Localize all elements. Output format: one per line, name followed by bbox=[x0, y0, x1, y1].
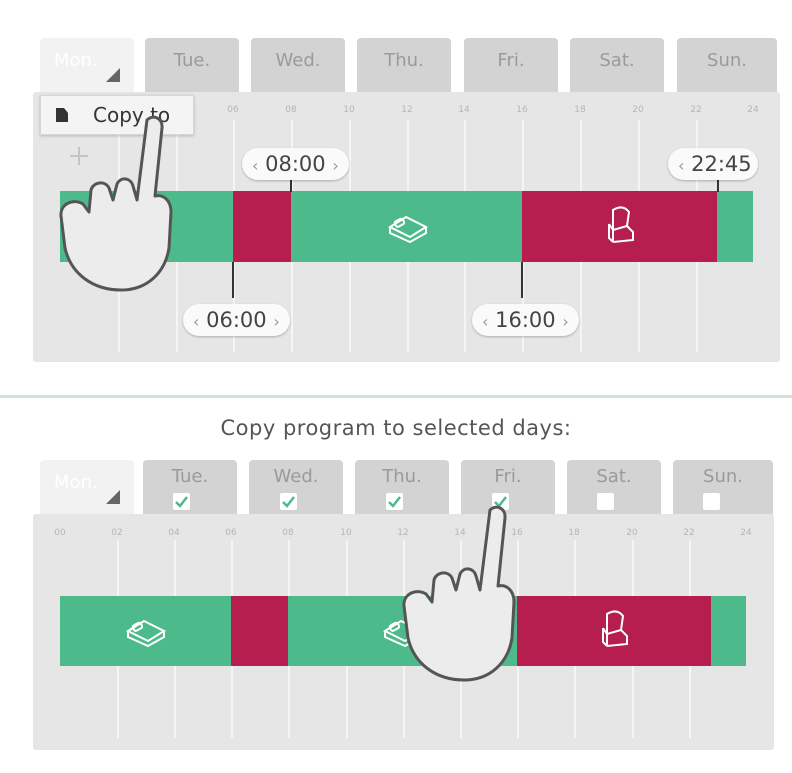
chevron-right-icon[interactable]: › bbox=[562, 312, 568, 331]
tab-label: Tue. bbox=[171, 466, 209, 487]
armchair-icon bbox=[608, 206, 634, 243]
tab-label: Sat. bbox=[596, 466, 632, 487]
hour-tick: 12 bbox=[401, 105, 413, 115]
armchair-icon bbox=[602, 610, 628, 647]
tab-label: Thu. bbox=[384, 50, 424, 71]
time-handle-2245[interactable]: ‹ 22:45 bbox=[668, 148, 758, 180]
tab-label: Wed. bbox=[273, 466, 319, 487]
hour-tick: 18 bbox=[574, 105, 586, 115]
tab-sun[interactable]: Sun. bbox=[673, 460, 773, 516]
tab-label: Sat. bbox=[599, 50, 635, 71]
checkmark-icon bbox=[175, 496, 188, 508]
bed-icon bbox=[387, 215, 429, 243]
time-handle-0800[interactable]: ‹ 08:00 › bbox=[242, 148, 349, 180]
copy-heading: Copy program to selected days: bbox=[220, 416, 572, 440]
schedule-segment-comfort[interactable] bbox=[717, 191, 753, 262]
hour-tick: 10 bbox=[340, 528, 352, 538]
tab-sun[interactable]: Sun. bbox=[677, 38, 777, 94]
time-marker bbox=[232, 262, 234, 298]
hour-tick: 22 bbox=[690, 105, 702, 115]
tab-label: Wed. bbox=[275, 50, 321, 71]
section-divider bbox=[0, 395, 792, 398]
caret-icon[interactable] bbox=[106, 68, 120, 82]
day-checkbox-tue[interactable] bbox=[173, 493, 190, 510]
tab-tue[interactable]: Tue. bbox=[145, 38, 239, 94]
time-label: 16:00 bbox=[495, 308, 556, 332]
day-checkbox-sat[interactable] bbox=[597, 493, 614, 510]
tab-wed[interactable]: Wed. bbox=[251, 38, 345, 94]
day-checkbox-sun[interactable] bbox=[703, 493, 720, 510]
tab-mon[interactable]: Mon. bbox=[40, 460, 134, 516]
tab-fri[interactable]: Fri. bbox=[464, 38, 558, 94]
chevron-left-icon[interactable]: ‹ bbox=[678, 156, 684, 175]
chevron-left-icon[interactable]: ‹ bbox=[482, 312, 488, 331]
schedule-segment-economy[interactable] bbox=[233, 191, 291, 262]
hand-pointer-icon bbox=[59, 115, 173, 292]
hour-tick: 10 bbox=[343, 105, 355, 115]
tab-label: Sun. bbox=[703, 466, 743, 487]
time-label: 08:00 bbox=[265, 152, 326, 176]
schedule-segment-economy bbox=[231, 596, 288, 666]
tab-label: Fri. bbox=[494, 466, 522, 487]
chevron-right-icon[interactable]: › bbox=[332, 156, 338, 175]
hour-tick: 16 bbox=[516, 105, 528, 115]
hour-tick: 20 bbox=[632, 105, 644, 115]
time-marker bbox=[521, 262, 523, 298]
hour-tick: 14 bbox=[458, 105, 470, 115]
day-checkbox-wed[interactable] bbox=[280, 493, 297, 510]
hour-tick: 08 bbox=[285, 105, 297, 115]
hour-tick: 24 bbox=[740, 528, 752, 538]
time-handle-1600[interactable]: ‹ 16:00 › bbox=[472, 304, 579, 336]
hour-tick: 18 bbox=[568, 528, 580, 538]
time-handle-0600[interactable]: ‹ 06:00 › bbox=[183, 304, 290, 336]
time-label: 06:00 bbox=[206, 308, 267, 332]
checkmark-icon bbox=[282, 496, 295, 508]
hour-tick: 02 bbox=[111, 528, 123, 538]
hour-tick: 08 bbox=[282, 528, 294, 538]
hour-tick: 06 bbox=[225, 528, 237, 538]
time-marker bbox=[290, 180, 292, 192]
time-label: 22:45 bbox=[691, 152, 752, 176]
tab-label: Mon. bbox=[54, 472, 98, 493]
hour-tick: 22 bbox=[683, 528, 695, 538]
tab-label: Thu. bbox=[382, 466, 422, 487]
hour-tick: 20 bbox=[626, 528, 638, 538]
chevron-right-icon[interactable]: › bbox=[273, 312, 279, 331]
tab-label: Sun. bbox=[707, 50, 747, 71]
hour-tick: 06 bbox=[227, 105, 239, 115]
tab-tue[interactable]: Tue. bbox=[143, 460, 237, 516]
hour-tick: 00 bbox=[54, 528, 66, 538]
chevron-left-icon[interactable]: ‹ bbox=[252, 156, 258, 175]
schedule-segment-comfort bbox=[711, 596, 746, 666]
bed-icon bbox=[125, 619, 167, 647]
tab-thu[interactable]: Thu. bbox=[357, 38, 451, 94]
tab-label: Mon. bbox=[54, 50, 98, 71]
tab-label: Fri. bbox=[497, 50, 525, 71]
hand-pointer-icon bbox=[402, 505, 516, 682]
caret-icon[interactable] bbox=[106, 490, 120, 504]
tab-sat[interactable]: Sat. bbox=[567, 460, 661, 516]
tab-mon[interactable]: Mon. bbox=[40, 38, 134, 94]
hour-tick: 04 bbox=[168, 528, 180, 538]
chevron-left-icon[interactable]: ‹ bbox=[193, 312, 199, 331]
time-marker bbox=[717, 180, 719, 192]
tab-label: Tue. bbox=[173, 50, 211, 71]
hour-tick: 24 bbox=[747, 105, 759, 115]
tab-sat[interactable]: Sat. bbox=[570, 38, 664, 94]
